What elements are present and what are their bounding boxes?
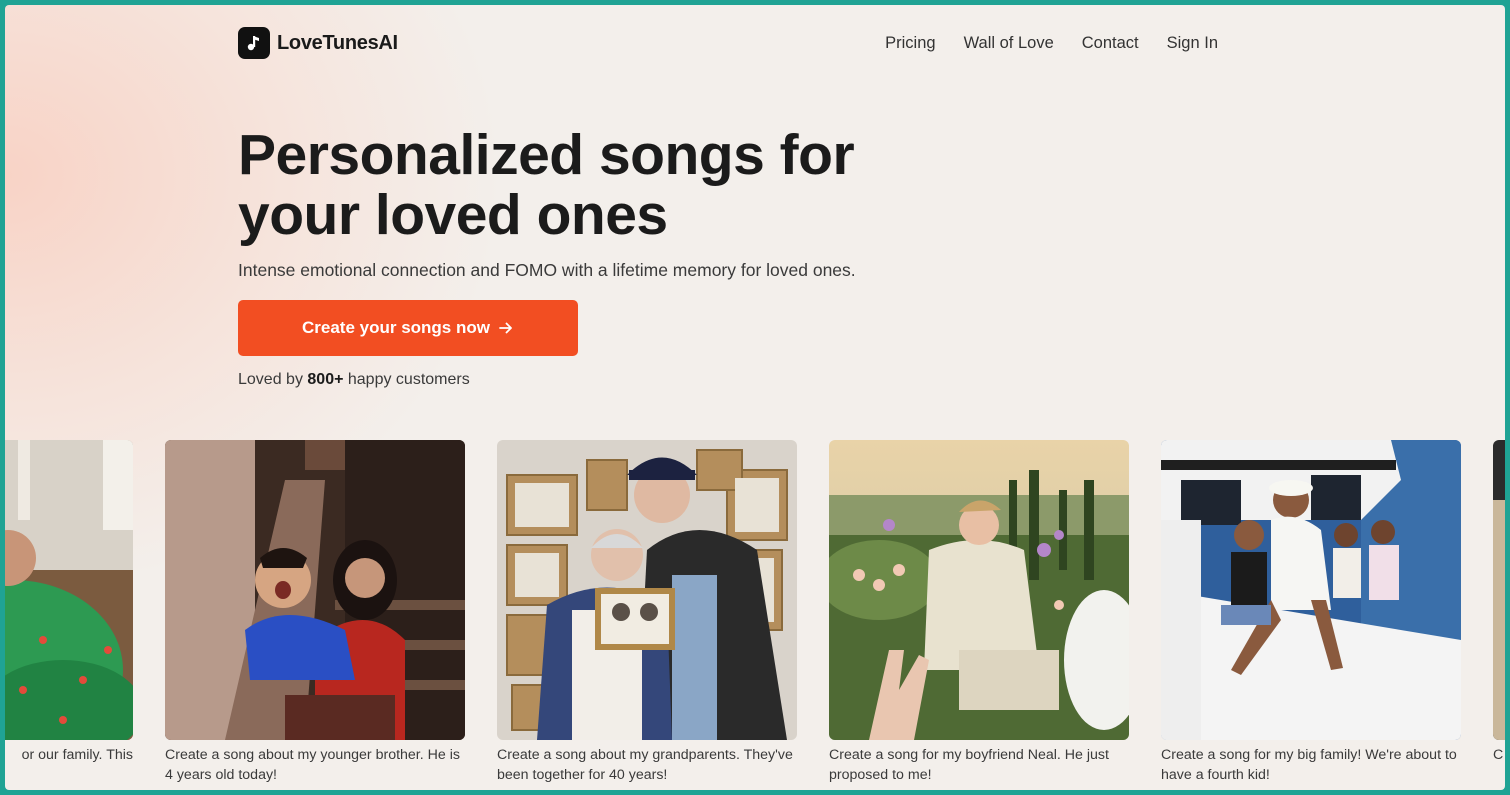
testimonial-caption: Create a song about my younger brother. … <box>165 747 460 783</box>
testimonial-photo-partial <box>1493 440 1505 740</box>
nav-pricing-link[interactable]: Pricing <box>885 34 935 53</box>
hero-title-line2: your loved ones <box>238 183 668 247</box>
music-note-icon <box>238 27 270 59</box>
testimonial-card[interactable]: C m <box>1493 440 1505 765</box>
testimonial-card[interactable]: Create a song for my big family! We're a… <box>1161 440 1461 785</box>
create-songs-button[interactable]: Create your songs now <box>238 300 578 356</box>
testimonial-caption: or our family. This <box>21 747 133 763</box>
hero-title-line1: Personalized songs for <box>238 123 855 187</box>
brand-logo[interactable]: LoveTunesAI <box>238 27 398 59</box>
brand-name: LoveTunesAI <box>277 31 398 54</box>
hero-subtitle: Intense emotional connection and FOMO wi… <box>238 260 856 280</box>
testimonial-caption: C m <box>1493 747 1505 763</box>
social-proof: Loved by 800+ happy customers <box>238 371 470 388</box>
testimonial-caption: Create a song for my big family! We're a… <box>1161 747 1457 783</box>
testimonial-photo-boat-family <box>1161 440 1461 740</box>
nav-wall-of-love-link[interactable]: Wall of Love <box>964 34 1054 53</box>
testimonial-card[interactable]: Create a song about my younger brother. … <box>165 440 465 785</box>
testimonial-caption: Create a song about my grandparents. The… <box>497 747 793 783</box>
nav-links: Pricing Wall of Love Contact Sign In <box>885 34 1218 53</box>
nav-sign-in-link[interactable]: Sign In <box>1167 34 1218 53</box>
testimonial-card[interactable]: or our family. This <box>5 440 133 765</box>
arrow-right-icon <box>499 322 512 334</box>
testimonial-photo-grandparents <box>497 440 797 740</box>
testimonial-card[interactable]: Create a song about my grandparents. The… <box>497 440 797 785</box>
hero-title: Personalized songs for your loved ones <box>238 125 998 245</box>
testimonial-photo-proposal <box>829 440 1129 740</box>
testimonial-photo-family-pajamas <box>5 440 133 740</box>
top-nav: LoveTunesAI Pricing Wall of Love Contact… <box>238 27 1218 63</box>
testimonial-card[interactable]: Create a song for my boyfriend Neal. He … <box>829 440 1129 785</box>
browser-viewport: LoveTunesAI Pricing Wall of Love Contact… <box>5 5 1505 790</box>
customer-count: 800+ <box>307 371 344 388</box>
testimonial-caption: Create a song for my boyfriend Neal. He … <box>829 747 1109 783</box>
nav-contact-link[interactable]: Contact <box>1082 34 1139 53</box>
testimonial-photo-siblings <box>165 440 465 740</box>
cta-label: Create your songs now <box>302 318 490 337</box>
